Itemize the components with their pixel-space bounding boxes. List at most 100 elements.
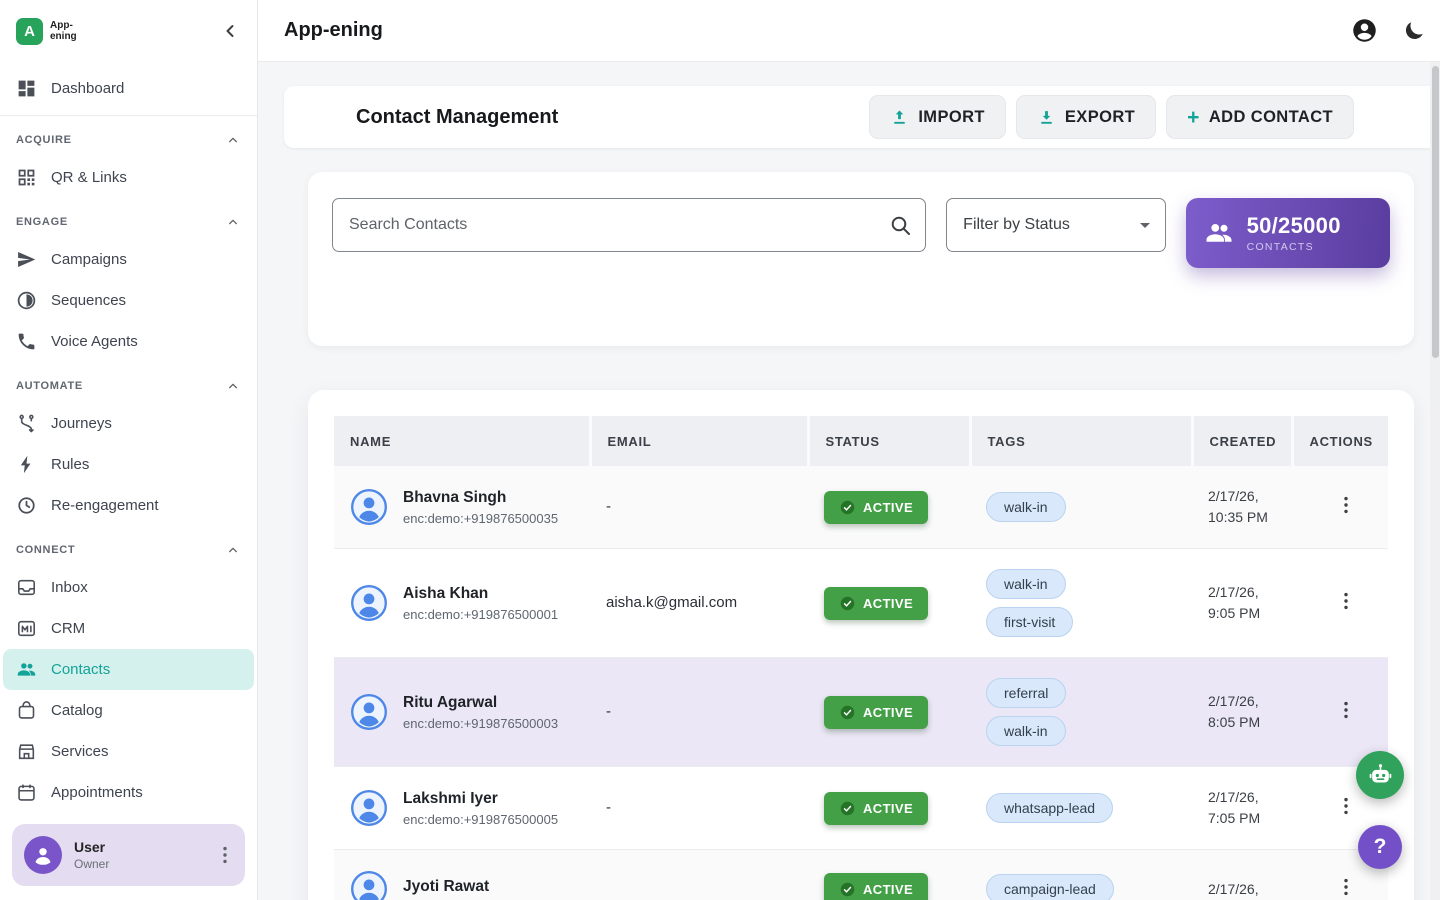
divider — [0, 115, 257, 116]
sidebar-item-rules[interactable]: Rules — [0, 444, 257, 485]
scrollbar[interactable] — [1430, 62, 1440, 900]
table-body: Bhavna Singhenc:demo:+919876500035-ACTIV… — [334, 466, 1388, 900]
tag-pill[interactable]: campaign-lead — [986, 874, 1114, 900]
check-icon — [839, 881, 856, 898]
column-header-name[interactable]: NAME — [334, 416, 590, 466]
section-title: ENGAGE — [16, 216, 68, 228]
contacts-count-badge: 50/25000 CONTACTS — [1186, 198, 1390, 268]
contacts-table-card: NAMEEMAILSTATUSTAGSCREATEDACTIONS Bhavna… — [308, 390, 1414, 900]
tag-pill[interactable]: walk-in — [986, 569, 1066, 599]
column-header-status[interactable]: STATUS — [808, 416, 970, 466]
row-actions-button[interactable] — [1334, 794, 1358, 818]
row-actions-button[interactable] — [1334, 589, 1358, 613]
contacts-count-label: CONTACTS — [1247, 241, 1341, 253]
tag-pill[interactable]: whatsapp-lead — [986, 793, 1113, 823]
table-row[interactable]: Jyoti RawatACTIVEcampaign-lead2/17/26, — [334, 850, 1388, 900]
sidebar-item-services[interactable]: Services — [0, 731, 257, 772]
column-header-tags[interactable]: TAGS — [970, 416, 1192, 466]
help-fab[interactable]: ? — [1358, 825, 1402, 869]
user-menu-icon[interactable] — [213, 843, 237, 867]
sidebar-item-campaigns[interactable]: Campaigns — [0, 239, 257, 280]
row-actions-button[interactable] — [1334, 698, 1358, 722]
avatar-icon — [350, 870, 388, 900]
created-date: 2/17/26, 10:35 PM — [1208, 486, 1288, 528]
status-label: ACTIVE — [863, 596, 913, 611]
people-icon — [1204, 218, 1234, 248]
sidebar-item-appointments[interactable]: Appointments — [0, 772, 257, 813]
sidebar-item-catalog[interactable]: Catalog — [0, 690, 257, 731]
sidebar-item-voice-agents[interactable]: Voice Agents — [0, 321, 257, 362]
table-row[interactable]: Lakshmi Iyerenc:demo:+919876500005-ACTIV… — [334, 767, 1388, 850]
sidebar-item-journeys[interactable]: Journeys — [0, 403, 257, 444]
sidebar-header: A App-ening — [0, 0, 257, 62]
sidebar-item-dashboard[interactable]: Dashboard — [0, 68, 257, 109]
status-label: ACTIVE — [863, 801, 913, 816]
sidebar-item-qr-links[interactable]: QR & Links — [0, 157, 257, 198]
export-button[interactable]: EXPORT — [1016, 95, 1156, 139]
check-icon — [839, 595, 856, 612]
chevron-up-icon — [225, 542, 241, 558]
assistant-fab[interactable] — [1356, 751, 1404, 799]
content: Contact Management IMPORT EXPORT + ADD C… — [258, 86, 1440, 900]
scrollbar-thumb[interactable] — [1432, 66, 1439, 358]
section-header-engage[interactable]: ENGAGE — [0, 205, 257, 239]
row-actions-button[interactable] — [1334, 875, 1358, 899]
history-icon — [16, 495, 37, 516]
tag-pill[interactable]: walk-in — [986, 492, 1066, 522]
sidebar-item-label: Journeys — [51, 415, 112, 432]
column-header-created[interactable]: CREATED — [1192, 416, 1292, 466]
filter-card: Filter by Status 50/25000 CONTACTS — [308, 172, 1414, 346]
sidebar-item-sequences[interactable]: Sequences — [0, 280, 257, 321]
search-icon[interactable] — [888, 213, 912, 237]
import-button[interactable]: IMPORT — [869, 95, 1006, 139]
brand-logo[interactable]: A App-ening — [16, 18, 86, 45]
moon-icon — [1402, 19, 1426, 43]
sidebar-collapse-button[interactable] — [215, 16, 245, 46]
toolbar-buttons: IMPORT EXPORT + ADD CONTACT — [869, 95, 1354, 139]
search-field — [332, 198, 926, 252]
contact-name: Aisha Khan — [403, 585, 558, 603]
section-header-automate[interactable]: AUTOMATE — [0, 369, 257, 403]
search-input[interactable] — [332, 198, 926, 252]
status-badge: ACTIVE — [824, 873, 928, 900]
contact-email: aisha.k@gmail.com — [606, 594, 737, 611]
sidebar-item-contacts[interactable]: Contacts — [3, 649, 254, 690]
section-header-acquire[interactable]: ACQUIRE — [0, 123, 257, 157]
import-label: IMPORT — [918, 108, 985, 127]
status-filter-dropdown[interactable]: Filter by Status — [946, 198, 1165, 252]
avatar-icon — [350, 584, 388, 622]
column-header-email[interactable]: EMAIL — [590, 416, 808, 466]
sidebar-item-label: Sequences — [51, 292, 126, 309]
contact-phone: enc:demo:+919876500001 — [403, 607, 558, 622]
table-row[interactable]: Aisha Khan enc:demo:+919876500001 aisha.k@… — [334, 549, 1388, 658]
topbar-actions — [1351, 17, 1426, 44]
sidebar-item-label: Campaigns — [51, 251, 127, 268]
add-contact-button[interactable]: + ADD CONTACT — [1166, 95, 1354, 139]
contact-name: Ritu Agarwal — [403, 694, 558, 712]
sidebar-item-crm[interactable]: CRM — [0, 608, 257, 649]
plus-icon: + — [1187, 107, 1200, 128]
people-icon — [16, 659, 37, 680]
column-header-actions[interactable]: ACTIONS — [1292, 416, 1388, 466]
tag-pill[interactable]: referral — [986, 678, 1066, 708]
sidebar-item-inbox[interactable]: Inbox — [0, 567, 257, 608]
tag-pill[interactable]: first-visit — [986, 607, 1073, 637]
user-card[interactable]: User Owner — [12, 824, 245, 886]
row-actions-button[interactable] — [1334, 493, 1358, 517]
calendar-icon — [16, 782, 37, 803]
account-button[interactable] — [1351, 17, 1378, 44]
status-label: ACTIVE — [863, 882, 913, 897]
contact-management-toolbar: Contact Management IMPORT EXPORT + ADD C… — [284, 86, 1440, 148]
sidebar-nav: Dashboard ACQUIREQR & Links ENGAGE Campaign… — [0, 62, 257, 813]
dark-mode-toggle[interactable] — [1402, 19, 1426, 43]
contact-email: - — [606, 498, 611, 515]
created-date: 2/17/26, 7:05 PM — [1208, 787, 1288, 829]
tag-pill[interactable]: walk-in — [986, 716, 1066, 746]
table-row[interactable]: Ritu Agarwalenc:demo:+919876500003-ACTIV… — [334, 658, 1388, 767]
qr-icon — [16, 167, 37, 188]
table-row[interactable]: Bhavna Singhenc:demo:+919876500035-ACTIV… — [334, 466, 1388, 549]
sidebar-item-re-engagement[interactable]: Re-engagement — [0, 485, 257, 526]
route-icon — [16, 413, 37, 434]
user-info: User Owner — [74, 839, 201, 871]
section-header-connect[interactable]: CONNECT — [0, 533, 257, 567]
